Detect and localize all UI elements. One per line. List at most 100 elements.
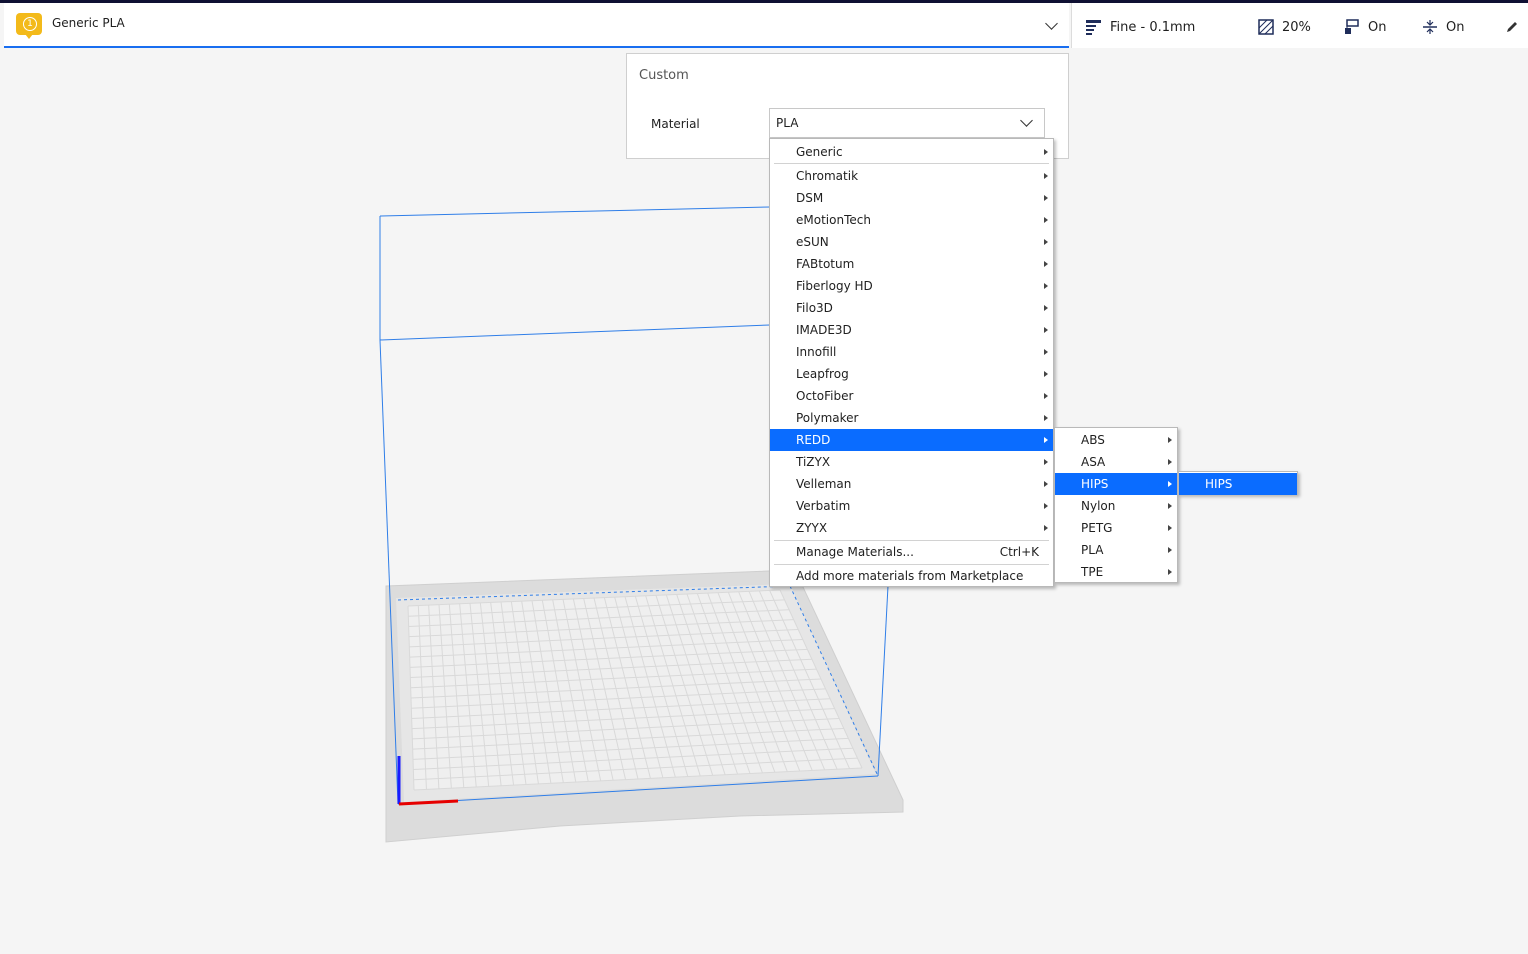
type-menu-item-label: HIPS <box>1081 477 1109 491</box>
chevron-right-icon <box>1044 349 1048 355</box>
material-dropdown-value: PLA <box>776 116 799 130</box>
variant-menu-item-highlighted[interactable]: HIPS <box>1179 473 1297 495</box>
brand-menu-item-label: IMADE3D <box>796 323 852 337</box>
brand-menu-item[interactable]: Filo3D <box>770 297 1053 319</box>
chevron-right-icon <box>1044 261 1048 267</box>
chevron-right-icon <box>1044 195 1048 201</box>
chevron-right-icon <box>1044 239 1048 245</box>
brand-menu-item-label: OctoFiber <box>796 389 854 403</box>
profile-setting[interactable]: Fine - 0.1mm <box>1086 19 1195 35</box>
brand-menu-item-label: Innofill <box>796 345 837 359</box>
extruder-material-name: Generic PLA <box>52 16 125 30</box>
brand-menu-item[interactable]: OctoFiber <box>770 385 1053 407</box>
brand-menu: Generic Chromatik DSM eMotionTech eSUN F… <box>769 138 1054 587</box>
material-dropdown[interactable]: PLA <box>769 108 1045 138</box>
chevron-right-icon <box>1044 305 1048 311</box>
chevron-right-icon <box>1168 459 1172 465</box>
profile-label: Fine - 0.1mm <box>1110 19 1196 35</box>
brand-menu-item[interactable]: FABtotum <box>770 253 1053 275</box>
support-icon <box>1344 19 1360 35</box>
support-label: On <box>1368 19 1387 35</box>
type-menu-item[interactable]: PETG <box>1055 517 1177 539</box>
adhesion-setting[interactable]: On <box>1422 19 1464 35</box>
adhesion-icon <box>1422 19 1438 35</box>
chevron-right-icon <box>1044 393 1048 399</box>
menu-separator <box>774 163 1049 164</box>
extruder-icon: 1 <box>16 13 42 39</box>
type-menu-item[interactable]: TPE <box>1055 561 1177 583</box>
brand-menu-item[interactable]: eSUN <box>770 231 1053 253</box>
brand-menu-item-label: Velleman <box>796 477 852 491</box>
type-menu-item[interactable]: ABS <box>1055 429 1177 451</box>
type-menu-item-label: PETG <box>1081 521 1113 535</box>
variant-menu-item-label: HIPS <box>1205 477 1233 491</box>
chevron-down-icon[interactable] <box>1045 17 1058 30</box>
marketplace-label: Add more materials from Marketplace <box>796 569 1024 583</box>
material-variant-menu: HIPS <box>1178 471 1298 495</box>
brand-menu-item[interactable]: ZYYX <box>770 517 1053 539</box>
type-menu-item[interactable]: Nylon <box>1055 495 1177 517</box>
material-type-menu: ABS ASA HIPS Nylon PETG PLA TPE <box>1054 427 1178 583</box>
extruder-number: 1 <box>23 17 37 31</box>
brand-menu-item-label: Leapfrog <box>796 367 849 381</box>
chevron-right-icon <box>1044 437 1048 443</box>
manage-materials-label: Manage Materials... <box>796 545 914 559</box>
chevron-right-icon <box>1168 437 1172 443</box>
print-settings-bar[interactable]: Fine - 0.1mm 20% On On <box>1071 3 1528 48</box>
brand-menu-item[interactable]: Polymaker <box>770 407 1053 429</box>
chevron-right-icon <box>1168 525 1172 531</box>
chevron-right-icon <box>1044 459 1048 465</box>
brand-menu-item[interactable]: IMADE3D <box>770 319 1053 341</box>
material-label: Material <box>651 117 700 131</box>
brand-menu-item-label: Fiberlogy HD <box>796 279 873 293</box>
support-setting[interactable]: On <box>1344 19 1386 35</box>
type-menu-item[interactable]: PLA <box>1055 539 1177 561</box>
marketplace-item[interactable]: Add more materials from Marketplace <box>770 565 1053 587</box>
brand-menu-item[interactable]: eMotionTech <box>770 209 1053 231</box>
brand-menu-item[interactable]: TiZYX <box>770 451 1053 473</box>
edit-settings[interactable] <box>1504 19 1520 35</box>
pencil-icon[interactable] <box>1504 19 1520 35</box>
brand-menu-item-label: eSUN <box>796 235 829 249</box>
brand-menu-item-label: DSM <box>796 191 824 205</box>
manage-materials-item[interactable]: Manage Materials... Ctrl+K <box>770 541 1053 563</box>
brand-menu-item[interactable]: Generic <box>770 141 1053 163</box>
chevron-down-icon <box>1020 114 1033 127</box>
brand-menu-item[interactable]: Leapfrog <box>770 363 1053 385</box>
chevron-right-icon <box>1044 217 1048 223</box>
panel-title: Custom <box>639 68 689 83</box>
chevron-right-icon <box>1044 283 1048 289</box>
brand-menu-item[interactable]: Fiberlogy HD <box>770 275 1053 297</box>
brand-menu-item[interactable]: Chromatik <box>770 165 1053 187</box>
brand-menu-item-label: ZYYX <box>796 521 828 535</box>
brand-menu-item-label: eMotionTech <box>796 213 871 227</box>
brand-menu-item[interactable]: Velleman <box>770 473 1053 495</box>
type-menu-item-label: ASA <box>1081 455 1106 469</box>
brand-menu-item-label: Polymaker <box>796 411 859 425</box>
chevron-right-icon <box>1044 503 1048 509</box>
type-menu-item-label: ABS <box>1081 433 1105 447</box>
brand-menu-item-label: Filo3D <box>796 301 833 315</box>
brand-menu-item[interactable]: Innofill <box>770 341 1053 363</box>
brand-menu-item[interactable]: DSM <box>770 187 1053 209</box>
type-menu-item-highlighted[interactable]: HIPS <box>1055 473 1177 495</box>
infill-icon <box>1258 19 1274 35</box>
infill-label: 20% <box>1282 19 1311 35</box>
extruder-selector[interactable]: 1 Generic PLA <box>4 3 1069 48</box>
type-menu-item[interactable]: ASA <box>1055 451 1177 473</box>
brand-menu-item[interactable]: Verbatim <box>770 495 1053 517</box>
brand-menu-item-highlighted[interactable]: REDD <box>770 429 1053 451</box>
chevron-right-icon <box>1044 481 1048 487</box>
brand-menu-item-label: Chromatik <box>796 169 859 183</box>
brand-menu-item-label: TiZYX <box>796 455 831 469</box>
build-volume-viewport[interactable] <box>0 50 1528 954</box>
chevron-right-icon <box>1044 371 1048 377</box>
chevron-right-icon <box>1168 547 1172 553</box>
chevron-right-icon <box>1168 481 1172 487</box>
manage-materials-shortcut: Ctrl+K <box>999 545 1039 559</box>
chevron-right-icon <box>1044 149 1048 155</box>
brand-menu-item-label: Generic <box>796 145 843 159</box>
type-menu-item-label: TPE <box>1081 565 1104 579</box>
infill-setting[interactable]: 20% <box>1258 19 1311 35</box>
chevron-right-icon <box>1044 327 1048 333</box>
